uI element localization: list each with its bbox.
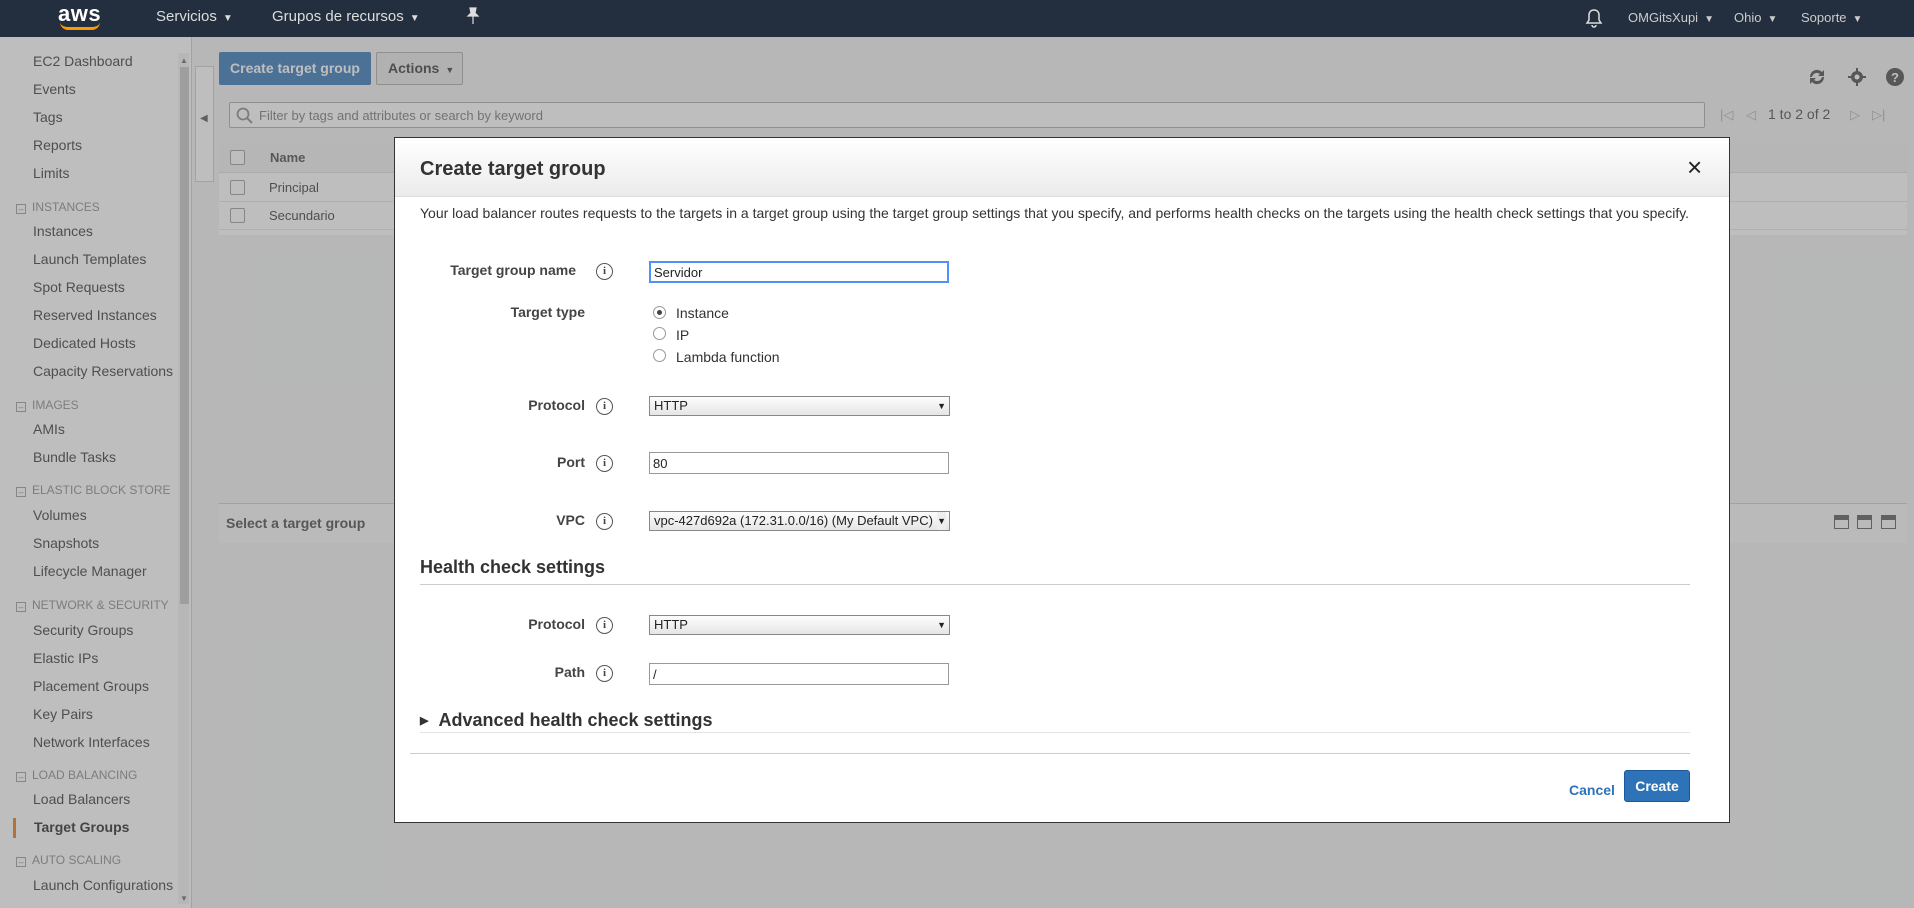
region-menu[interactable]: Ohio ▼ bbox=[1734, 10, 1777, 25]
resource-groups-label: Grupos de recursos bbox=[272, 8, 404, 25]
target-type-ip-radio[interactable] bbox=[653, 327, 666, 340]
hc-protocol-select[interactable]: HTTP ▼ bbox=[649, 615, 950, 635]
create-button[interactable]: Create bbox=[1624, 770, 1690, 802]
hc-protocol-value: HTTP bbox=[654, 617, 688, 632]
info-icon[interactable]: i bbox=[596, 513, 613, 530]
info-icon[interactable]: i bbox=[596, 617, 613, 634]
top-nav: aws Servicios ▼ Grupos de recursos ▼ OMGit… bbox=[0, 0, 1914, 37]
path-input[interactable] bbox=[649, 663, 949, 685]
pin-icon[interactable] bbox=[466, 7, 480, 25]
target-type-lambda-radio[interactable] bbox=[653, 349, 666, 362]
info-icon[interactable]: i bbox=[596, 263, 613, 280]
divider bbox=[410, 753, 1690, 754]
chevron-down-icon: ▼ bbox=[1767, 14, 1778, 25]
dialog-title: Create target group bbox=[420, 158, 606, 180]
support-label: Soporte bbox=[1801, 10, 1847, 25]
account-menu[interactable]: OMGitsXupi ▼ bbox=[1628, 10, 1714, 25]
port-input[interactable] bbox=[649, 452, 949, 474]
caret-right-icon: ▶ bbox=[420, 715, 429, 727]
target-group-name-input[interactable] bbox=[649, 261, 949, 283]
chevron-down-icon: ▼ bbox=[222, 13, 233, 24]
info-icon[interactable]: i bbox=[596, 455, 613, 472]
support-menu[interactable]: Soporte ▼ bbox=[1801, 10, 1862, 25]
chevron-down-icon: ▼ bbox=[1704, 14, 1714, 25]
dialog-description: Your load balancer routes requests to th… bbox=[420, 205, 1690, 221]
target-type-instance-label[interactable]: Instance bbox=[676, 305, 729, 321]
close-icon[interactable]: × bbox=[1687, 154, 1702, 180]
services-label: Servicios bbox=[156, 8, 217, 25]
target-group-name-label: Target group name bbox=[450, 262, 576, 278]
chevron-down-icon: ▼ bbox=[1852, 14, 1863, 25]
dialog-header: Create target group × bbox=[395, 138, 1729, 197]
divider bbox=[420, 584, 1690, 585]
divider bbox=[420, 732, 1690, 733]
resource-groups-menu[interactable]: Grupos de recursos ▼ bbox=[272, 8, 420, 25]
account-label: OMGitsXupi bbox=[1628, 10, 1699, 25]
create-target-group-dialog: Create target group × Your load balancer… bbox=[394, 137, 1730, 823]
aws-logo-smile bbox=[60, 22, 100, 30]
protocol-select[interactable]: HTTP ▼ bbox=[649, 396, 950, 416]
info-icon[interactable]: i bbox=[596, 398, 613, 415]
vpc-value: vpc-427d692a (172.31.0.0/16) (My Default… bbox=[654, 513, 933, 528]
services-menu[interactable]: Servicios ▼ bbox=[156, 8, 233, 25]
protocol-value: HTTP bbox=[654, 398, 688, 413]
hc-protocol-label: Protocol bbox=[528, 616, 585, 632]
port-label: Port bbox=[557, 454, 585, 470]
chevron-down-icon: ▼ bbox=[409, 13, 420, 24]
target-type-ip-label[interactable]: IP bbox=[676, 327, 689, 343]
dropdown-arrow-icon: ▼ bbox=[937, 401, 946, 411]
health-check-section-title: Health check settings bbox=[420, 557, 606, 577]
target-type-lambda-label[interactable]: Lambda function bbox=[676, 349, 780, 365]
protocol-label: Protocol bbox=[528, 397, 585, 413]
path-label: Path bbox=[554, 664, 585, 680]
dropdown-arrow-icon: ▼ bbox=[937, 512, 946, 530]
vpc-label: VPC bbox=[556, 512, 585, 528]
info-icon[interactable]: i bbox=[596, 665, 613, 682]
target-type-instance-radio[interactable] bbox=[653, 306, 666, 319]
vpc-select[interactable]: vpc-427d692a (172.31.0.0/16) (My Default… bbox=[649, 511, 950, 531]
cancel-button[interactable]: Cancel bbox=[1569, 782, 1615, 798]
advanced-health-check-toggle[interactable]: ▶ Advanced health check settings bbox=[420, 710, 713, 731]
region-label: Ohio bbox=[1734, 10, 1762, 25]
advanced-label: Advanced health check settings bbox=[438, 710, 713, 730]
target-type-label: Target type bbox=[510, 304, 585, 320]
bell-icon[interactable] bbox=[1585, 8, 1603, 28]
dropdown-arrow-icon: ▼ bbox=[937, 620, 946, 630]
